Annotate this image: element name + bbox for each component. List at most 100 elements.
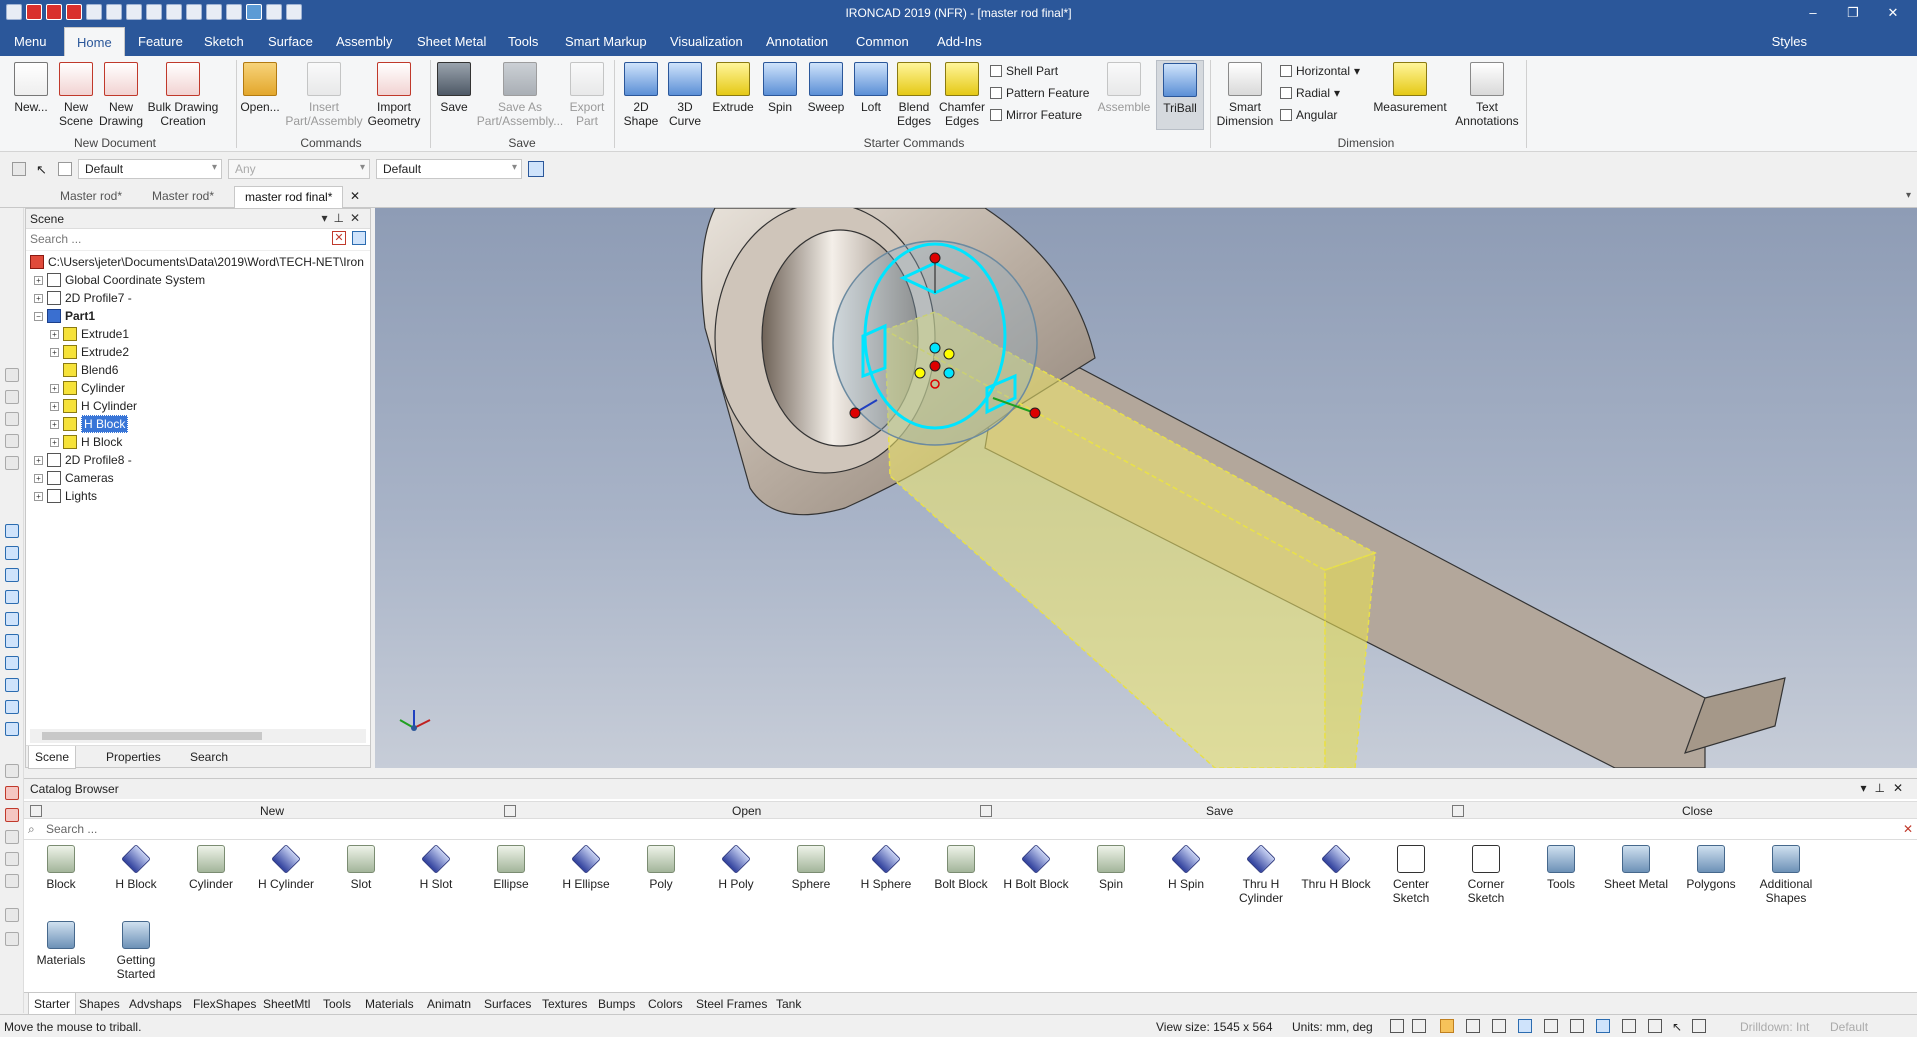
tree-node[interactable]: +2D Profile7 - (34, 289, 132, 307)
catalog-item[interactable]: H Sphere (851, 844, 921, 891)
tab-sheet-metal[interactable]: Sheet Metal (417, 34, 486, 49)
tab-common[interactable]: Common (856, 34, 909, 49)
catalog-item[interactable]: H Bolt Block (1001, 844, 1071, 891)
styles-menu[interactable]: Styles (1772, 34, 1807, 49)
tree-node-selected[interactable]: + H Block (50, 415, 129, 433)
catalog-item[interactable]: Cylinder (176, 845, 246, 891)
triball-cyan-point[interactable] (929, 342, 941, 354)
expand-icon[interactable]: + (34, 275, 43, 285)
catalog-tab-colors[interactable]: Colors (648, 997, 683, 1011)
catalog-tab-tools[interactable]: Tools (323, 997, 351, 1011)
selection-filter-combo[interactable]: Any (228, 159, 370, 179)
catalog-item[interactable]: Materials (26, 921, 96, 967)
expand-icon[interactable]: + (34, 455, 43, 465)
triball-top-point[interactable] (929, 252, 941, 264)
catalog-item[interactable]: H Spin (1151, 844, 1221, 891)
view-cube-icon[interactable] (5, 524, 19, 538)
triball-yellow-point[interactable] (943, 348, 955, 360)
view-cube-icon[interactable] (5, 612, 19, 626)
scene-search-input[interactable]: Search ... ✕ (26, 229, 370, 251)
tree-node[interactable]: +2D Profile8 - (34, 451, 132, 469)
3d-curve-button[interactable]: 3D Curve (666, 62, 704, 128)
tree-node[interactable]: + Global Coordinate System (34, 271, 205, 289)
cursor-arrow-icon[interactable]: ↖ (36, 162, 47, 178)
expand-icon[interactable]: + (50, 347, 59, 357)
expand-icon[interactable]: + (50, 419, 59, 429)
insert-part-assembly-button[interactable]: Insert Part/Assembly (284, 62, 364, 128)
view-cube-icon[interactable] (5, 700, 19, 714)
extrude-button[interactable]: Extrude (710, 62, 756, 114)
tab-add-ins[interactable]: Add-Ins (937, 34, 982, 49)
close-tab-icon[interactable]: ✕ (350, 189, 360, 203)
sweep-button[interactable]: Sweep (804, 62, 848, 114)
view-cube-icon[interactable] (5, 546, 19, 560)
import-geometry-button[interactable]: Import Geometry (366, 62, 422, 128)
selection-style-combo[interactable]: Default (78, 159, 222, 179)
view-icon[interactable] (1518, 1019, 1532, 1033)
close-icon[interactable]: ✕ (1893, 781, 1911, 795)
scene-icon[interactable] (1596, 1019, 1610, 1033)
clear-search-icon[interactable]: ✕ (1903, 822, 1913, 836)
horizontal-scrollbar[interactable] (30, 729, 366, 743)
catalog-item[interactable]: Getting Started (101, 921, 171, 981)
tab-tools[interactable]: Tools (508, 34, 538, 49)
blend-edges-button[interactable]: Blend Edges (894, 62, 934, 128)
catalog-item[interactable]: Tools (1526, 845, 1596, 891)
catalog-close-button[interactable]: Close (1682, 804, 1713, 818)
view-cube-icon[interactable] (5, 634, 19, 648)
tab-annotation[interactable]: Annotation (766, 34, 828, 49)
render-mode-icon[interactable] (1440, 1019, 1454, 1033)
catalog-save-button[interactable]: Save (1206, 804, 1233, 818)
catalog-tab-flexshapes[interactable]: FlexShapes (193, 997, 256, 1011)
display-icon[interactable] (1466, 1019, 1480, 1033)
shell-part-button[interactable]: Shell Part (990, 64, 1058, 78)
new-button[interactable]: New... (10, 62, 52, 114)
triball-right-point[interactable] (1029, 407, 1041, 419)
expand-icon[interactable]: + (50, 383, 59, 393)
triball-center[interactable] (929, 360, 941, 372)
catalog-tab-sheetmtl[interactable]: SheetMtl (263, 997, 310, 1011)
select-options-icon[interactable] (58, 162, 72, 176)
pin-icon[interactable]: ⊥ (1874, 781, 1892, 795)
catalog-tab-tank[interactable]: Tank (776, 997, 801, 1011)
catalog-tab-starter[interactable]: Starter (28, 993, 77, 1016)
catalog-item[interactable]: Additional Shapes (1751, 845, 1821, 905)
close-button[interactable]: ✕ (1873, 2, 1913, 24)
view-tool-icon[interactable] (5, 456, 19, 470)
catalog-item[interactable]: Corner Sketch (1451, 845, 1521, 905)
bulk-drawing-creation-button[interactable]: Bulk Drawing Creation (146, 62, 220, 128)
catalog-item[interactable]: H Block (101, 844, 171, 891)
catalog-tab-shapes[interactable]: Shapes (79, 997, 120, 1011)
triball-yellow-point[interactable] (914, 367, 926, 379)
triball-button[interactable]: TriBall (1156, 60, 1204, 130)
catalog-item[interactable]: Center Sketch (1376, 845, 1446, 905)
new-drawing-button[interactable]: New Drawing (98, 62, 144, 128)
smart-dimension-button[interactable]: Smart Dimension (1216, 62, 1274, 128)
view-cube-icon[interactable] (5, 722, 19, 736)
catalog-item[interactable]: H Ellipse (551, 844, 621, 891)
tree-node[interactable]: + H Block (50, 433, 122, 451)
catalog-item[interactable]: Thru H Cylinder (1226, 844, 1296, 905)
catalog-tab-textures[interactable]: Textures (542, 997, 587, 1011)
doc-tab-master-rod-1[interactable]: Master rod* (60, 189, 122, 203)
zoom-options-icon[interactable] (1412, 1019, 1426, 1033)
tab-visualization[interactable]: Visualization (670, 34, 743, 49)
catalog-item[interactable]: H Poly (701, 844, 771, 891)
tool-icon[interactable] (1648, 1019, 1662, 1033)
selection-icon[interactable] (1692, 1019, 1706, 1033)
catalog-tab-materials[interactable]: Materials (365, 997, 414, 1011)
catalog-item[interactable]: Spin (1076, 845, 1146, 891)
expand-icon[interactable]: + (34, 293, 43, 303)
view-cube-icon[interactable] (5, 656, 19, 670)
tree-node[interactable]: − Part1 (34, 307, 95, 325)
tree-node[interactable]: + Extrude1 (50, 325, 129, 343)
catalog-item[interactable]: Ellipse (476, 845, 546, 891)
catalog-search-input[interactable]: ⌕ Search ... ✕ (24, 820, 1917, 840)
tree-node[interactable]: + Extrude2 (50, 343, 129, 361)
view-tool-icon[interactable] (5, 808, 19, 822)
view-tool-icon[interactable] (5, 764, 19, 778)
loft-button[interactable]: Loft (852, 62, 890, 114)
catalog-item[interactable]: H Cylinder (251, 844, 321, 891)
default-combo[interactable]: Default (1830, 1020, 1868, 1034)
tab-search[interactable]: Search (190, 750, 228, 764)
